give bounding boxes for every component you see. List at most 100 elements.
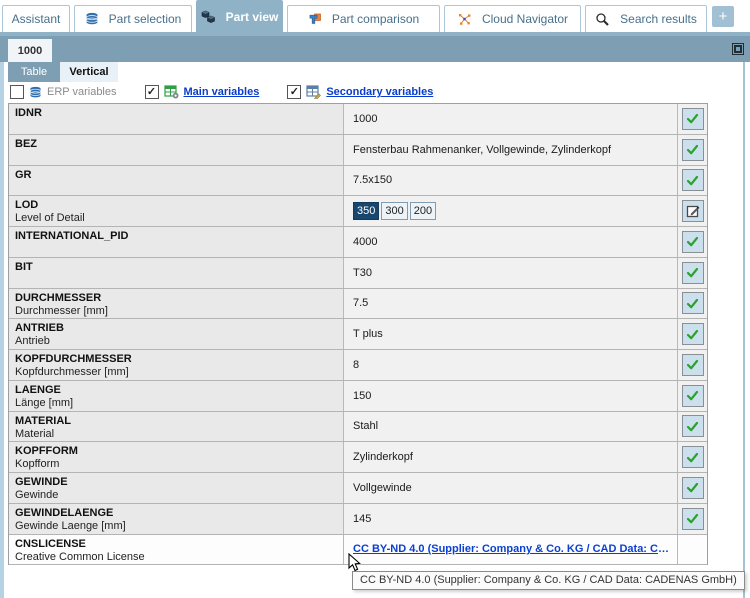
row-action-cell [678, 442, 707, 472]
variable-name-cell: INTERNATIONAL_PID [9, 227, 344, 257]
check-icon [685, 173, 700, 188]
variable-value-cell: T30 [344, 257, 678, 288]
variable-value-cell: 7.5x150 [344, 165, 678, 196]
variable-description: Creative Common License [15, 550, 145, 563]
restore-window-icon[interactable] [732, 43, 744, 55]
variable-value: T30 [353, 266, 372, 279]
checkbox-erp-variables[interactable] [10, 85, 24, 99]
table-row: LOD Level of Detail 350 300 200 [9, 196, 707, 227]
variable-name-cell: DURCHMESSER Durchmesser [mm] [9, 288, 344, 319]
tab-part-view[interactable]: Part view [196, 0, 283, 32]
variable-description: Gewinde [15, 489, 59, 501]
checkbox-secondary-variables[interactable]: ✓ [287, 85, 302, 99]
confirm-value-button[interactable] [681, 230, 704, 253]
tab-label: Part selection [108, 12, 182, 26]
confirm-value-button[interactable] [681, 446, 704, 469]
variable-name-cell: IDNR [9, 104, 344, 134]
row-action-cell [678, 227, 707, 257]
variable-name-cell: LAENGE Länge [mm] [9, 380, 344, 411]
confirm-value-button[interactable] [681, 323, 704, 346]
tab-label: Assistant [11, 12, 61, 26]
tab-part-comparison[interactable]: Part comparison [287, 5, 440, 32]
confirm-value-button[interactable] [681, 353, 704, 376]
check-icon [685, 480, 700, 495]
tab-label: Part comparison [331, 12, 420, 26]
filter-label[interactable]: Main variables [184, 86, 260, 98]
row-action-cell [678, 288, 707, 319]
view-tab-bar: Table Vertical [0, 62, 750, 82]
tab-part-selection[interactable]: Part selection [74, 5, 192, 32]
variable-description: Durchmesser [mm] [15, 304, 108, 317]
table-row: LAENGE Länge [mm] 150 [9, 380, 707, 412]
confirm-value-button[interactable] [681, 507, 704, 530]
license-tooltip: CC BY-ND 4.0 (Supplier: Company & Co. KG… [352, 571, 745, 590]
check-icon [685, 111, 700, 126]
network-icon [457, 12, 472, 26]
variable-value-cell: 150 [344, 380, 678, 411]
check-icon [685, 388, 700, 403]
variable-name: MATERIAL [15, 414, 72, 427]
variable-description: Länge [mm] [15, 396, 74, 409]
check-icon [685, 511, 700, 526]
table-row: KOPFFORM Kopfform Zylinderkopf [9, 442, 707, 473]
filter-label: ERP variables [47, 86, 117, 98]
variable-name: BEZ [15, 137, 37, 150]
confirm-value-button[interactable] [681, 169, 704, 192]
confirm-value-button[interactable] [681, 138, 704, 161]
tab-assistant[interactable]: Assistant [2, 5, 70, 32]
check-icon [685, 357, 700, 372]
variable-value-cell: Zylinderkopf [344, 442, 678, 472]
add-tab-button[interactable]: + [712, 6, 734, 27]
left-panel-strip [0, 62, 4, 598]
variable-description: Material [15, 427, 55, 440]
right-panel-strip [743, 62, 745, 598]
variable-name-cell: GEWINDELAENGE Gewinde Laenge [mm] [9, 503, 344, 534]
document-tab-bar: 1000 [0, 36, 750, 62]
variable-name: GR [15, 168, 32, 181]
main-variables-table-icon [163, 85, 179, 99]
confirm-value-button[interactable] [681, 107, 704, 130]
confirm-value-button[interactable] [681, 384, 704, 407]
lod-option-300[interactable]: 300 [381, 202, 408, 221]
confirm-value-button[interactable] [681, 292, 704, 315]
checkbox-main-variables[interactable]: ✓ [144, 85, 159, 99]
row-action-cell [678, 350, 707, 380]
database-icon [85, 12, 99, 26]
variable-value: Zylinderkopf [353, 451, 413, 464]
variable-name-cell: KOPFDURCHMESSER Kopfdurchmesser [mm] [9, 350, 344, 380]
variable-description: Kopfform [15, 458, 60, 471]
tab-cloud-navigator[interactable]: Cloud Navigator [444, 5, 581, 32]
table-row: BIT T30 [9, 257, 707, 289]
document-tab-1000[interactable]: 1000 [8, 39, 52, 62]
variable-value: 7.5x150 [353, 174, 393, 187]
lod-option-350[interactable]: 350 [353, 202, 380, 221]
variable-name-cell: BIT [9, 257, 344, 288]
variable-value-cell: 145 [344, 503, 678, 534]
table-row: ANTRIEB Antrieb T plus [9, 319, 707, 350]
table-row: CNSLICENSE Creative Common License CC BY-N… [9, 534, 707, 566]
table-row: INTERNATIONAL_PID 4000 [9, 227, 707, 258]
variable-name-cell: MATERIAL Material [9, 411, 344, 442]
variable-value: Vollgewinde [353, 481, 412, 494]
confirm-value-button[interactable] [681, 261, 704, 284]
license-link[interactable]: CC BY-ND 4.0 (Supplier: Company & Co. KG… [353, 543, 671, 555]
variable-value-cell: 8 [344, 350, 678, 380]
variable-name-cell: ANTRIEB Antrieb [9, 319, 344, 349]
view-tab-vertical[interactable]: Vertical [60, 62, 118, 82]
confirm-value-button[interactable] [681, 476, 704, 499]
row-action-cell [678, 134, 707, 165]
edit-value-button[interactable] [681, 200, 704, 223]
filter-label[interactable]: Secondary variables [326, 86, 433, 98]
tab-label: Search results [620, 12, 697, 26]
table-row: IDNR 1000 [9, 104, 707, 135]
lod-option-200[interactable]: 200 [409, 202, 437, 221]
confirm-value-button[interactable] [681, 415, 704, 438]
variable-name-cell: LOD Level of Detail [9, 196, 344, 226]
variable-name: ANTRIEB [15, 322, 64, 335]
table-row: GEWINDE Gewinde Vollgewinde [9, 473, 707, 504]
table-row: KOPFDURCHMESSER Kopfdurchmesser [mm] 8 [9, 350, 707, 381]
variable-name: GEWINDE [15, 476, 68, 488]
tab-search-results[interactable]: Search results [585, 5, 707, 32]
variable-name: LAENGE [15, 383, 61, 396]
view-tab-table[interactable]: Table [8, 62, 60, 82]
